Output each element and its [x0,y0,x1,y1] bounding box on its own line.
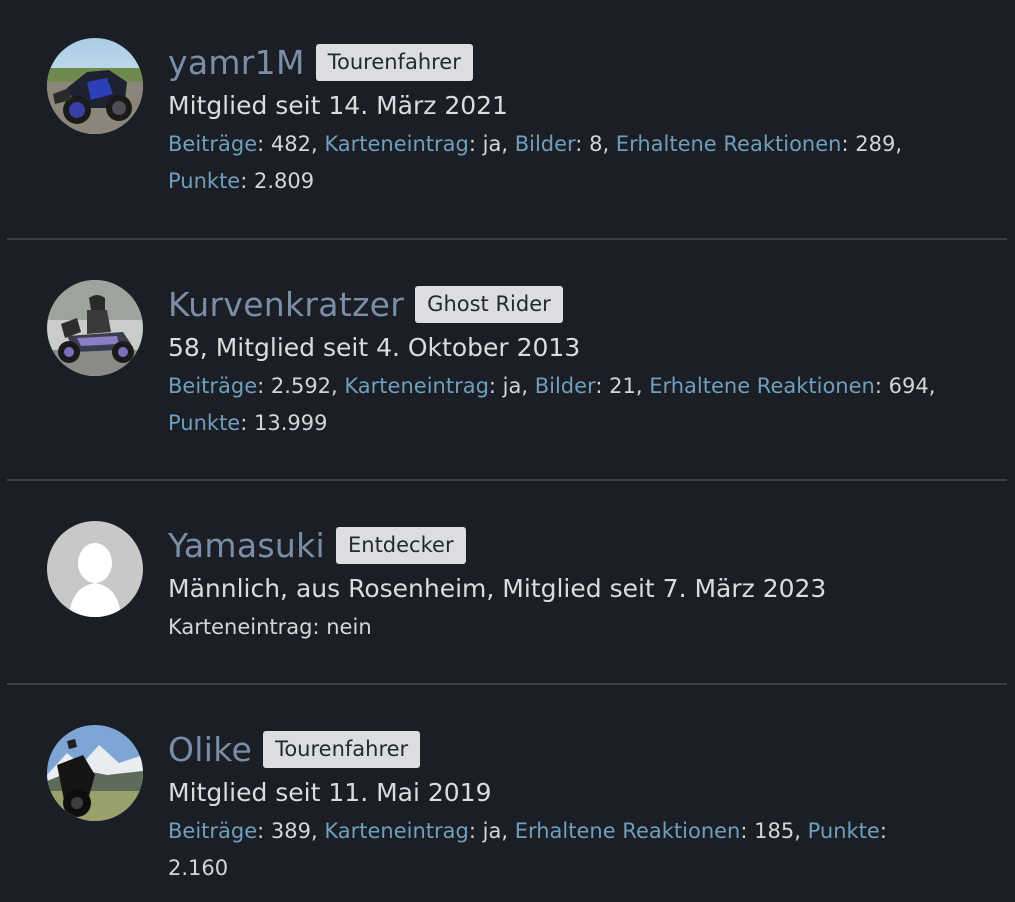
member-info: yamr1M Tourenfahrer Mitglied seit 14. Mä… [168,40,955,200]
member-blurb: Männlich, aus Rosenheim, Mitglied seit 7… [168,574,827,603]
stat-value: 482 [270,132,312,156]
default-user-avatar-icon [47,521,143,617]
motorcycle-mountain-avatar-icon [47,725,143,821]
stat-value: 2.592 [270,374,332,398]
username-link[interactable]: Olike [168,730,252,769]
stat-value: 21 [609,374,636,398]
stat-key-punkte[interactable]: Punkte [168,411,240,435]
stat-value: ja [482,132,502,156]
divider [7,683,1007,685]
user-title-badge: Entdecker [336,526,466,564]
avatar[interactable] [47,725,143,821]
stat-key-bilder[interactable]: Bilder [535,374,596,398]
username-link[interactable]: yamr1M [168,43,305,82]
username-link[interactable]: Yamasuki [168,526,325,565]
avatar[interactable] [47,280,143,376]
member-stats: Beiträge: 2.592, Karteneintrag: ja, Bild… [168,374,936,435]
stat-value: 185 [754,819,795,843]
stat-key-karteneintrag[interactable]: Karteneintrag [344,374,489,398]
name-line: Olike Tourenfahrer [168,727,955,771]
divider [7,479,1007,481]
stat-key-punkte[interactable]: Punkte [808,819,880,843]
stat-value: ja [502,374,522,398]
stat-key-bilder[interactable]: Bilder [515,132,576,156]
name-line: Kurvenkratzer Ghost Rider [168,282,955,326]
stat-key-punkte[interactable]: Punkte [168,169,240,193]
stat-key-reaktionen[interactable]: Erhaltene Reaktionen [515,819,741,843]
avatar[interactable] [47,38,143,134]
name-line: Yamasuki Entdecker [168,523,955,567]
member-stats: Karteneintrag: nein [168,615,372,639]
stat-value: 389 [270,819,312,843]
stat-value: 13.999 [254,411,328,435]
stat-value: 2.809 [254,169,315,193]
stat-key-beitraege[interactable]: Beiträge [168,819,257,843]
member-stats: Beiträge: 389, Karteneintrag: ja, Erhalt… [168,819,887,880]
rider-on-motorcycle-avatar-icon [47,280,143,376]
member-blurb: 58, Mitglied seit 4. Oktober 2013 [168,333,581,362]
member-info: Olike Tourenfahrer Mitglied seit 11. Mai… [168,727,955,887]
stat-key-reaktionen[interactable]: Erhaltene Reaktionen [649,374,875,398]
stat-key-karteneintrag[interactable]: Karteneintrag [324,132,469,156]
stat-value: 8 [589,132,603,156]
stat-key-reaktionen[interactable]: Erhaltene Reaktionen [616,132,842,156]
member-blurb: Mitglied seit 11. Mai 2019 [168,778,492,807]
stat-key-beitraege[interactable]: Beiträge [168,374,257,398]
username-link[interactable]: Kurvenkratzer [168,285,404,324]
stat-value: 694 [888,374,929,398]
user-title-badge: Ghost Rider [415,285,563,323]
stat-key-beitraege[interactable]: Beiträge [168,132,257,156]
stat-value: ja [482,819,502,843]
name-line: yamr1M Tourenfahrer [168,40,955,84]
member-list: yamr1M Tourenfahrer Mitglied seit 14. Mä… [0,0,1015,902]
stat-value: 2.160 [168,856,229,880]
avatar[interactable] [47,521,143,617]
user-title-badge: Tourenfahrer [263,730,421,768]
motorcycle-photo-avatar-icon [47,38,143,134]
member-info: Yamasuki Entdecker Männlich, aus Rosenhe… [168,523,955,646]
stat-value: 289 [855,132,896,156]
member-stats: Beiträge: 482, Karteneintrag: ja, Bilder… [168,132,903,193]
member-info: Kurvenkratzer Ghost Rider 58, Mitglied s… [168,282,955,442]
user-title-badge: Tourenfahrer [315,43,473,81]
stat-key-karteneintrag[interactable]: Karteneintrag [324,819,469,843]
member-blurb: Mitglied seit 14. März 2021 [168,91,508,120]
divider [7,238,1007,240]
